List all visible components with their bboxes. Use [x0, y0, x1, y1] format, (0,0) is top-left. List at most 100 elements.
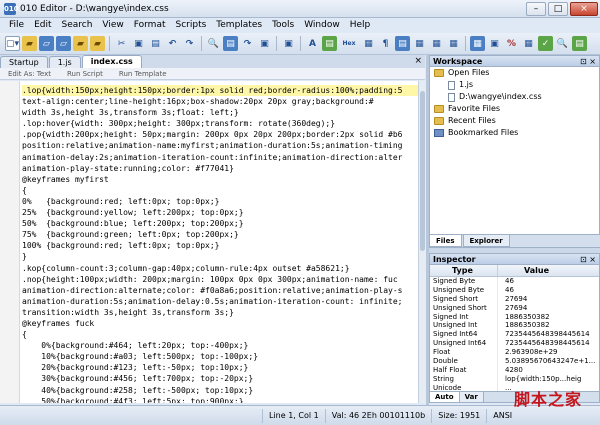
type-column-header[interactable]: Type: [430, 265, 498, 276]
code-line[interactable]: 0%{background:#464; left:20px; top:-400p…: [22, 340, 418, 351]
code-line[interactable]: .nop{height:100px;width: 200px;margin: 1…: [22, 274, 418, 285]
code-line[interactable]: animation-duration:5s;animation-delay:0.…: [22, 296, 418, 307]
run-script-dropdown[interactable]: Run Script: [59, 70, 111, 78]
tab-auto[interactable]: Auto: [430, 392, 460, 402]
workspace-item[interactable]: D:\wangye\index.css: [430, 91, 599, 103]
menu-help[interactable]: Help: [345, 18, 376, 33]
code-line[interactable]: .pop{width:200px;height: 50px;margin: 20…: [22, 129, 418, 140]
workspace-item[interactable]: Favorite Files: [430, 103, 599, 115]
scrollbar-thumb[interactable]: [420, 91, 425, 251]
code-line[interactable]: 50% {background:blue; left:200px; top:20…: [22, 218, 418, 229]
inspector-value[interactable]: 27694: [498, 304, 599, 313]
code-line[interactable]: animation-delay:2s;animation-iteration-c…: [22, 152, 418, 163]
value-column-header[interactable]: Value: [498, 265, 599, 276]
code-line[interactable]: position:relative;animation-name:myfirst…: [22, 140, 418, 151]
calculator-icon[interactable]: ▦: [470, 36, 485, 51]
recent-folder-icon[interactable]: ▰: [90, 36, 105, 51]
undo-icon[interactable]: ↶: [165, 36, 180, 51]
code-line[interactable]: width 3s,height 3s,transform 3s;float: l…: [22, 107, 418, 118]
inspector-value[interactable]: 2.963908e+29: [498, 348, 599, 357]
tab-1-js[interactable]: 1.js: [48, 56, 81, 68]
tab-var[interactable]: Var: [459, 392, 484, 402]
paste-icon[interactable]: ▤: [148, 36, 163, 51]
tab-startup[interactable]: Startup: [0, 56, 48, 68]
code-line[interactable]: }: [22, 251, 418, 262]
inspector-value[interactable]: 27694: [498, 295, 599, 304]
inspector-value[interactable]: 5.03895670643247e+1...: [498, 357, 599, 366]
code-line[interactable]: @keyframes fuck: [22, 318, 418, 329]
tab-files[interactable]: Files: [429, 235, 462, 247]
code-line[interactable]: animation-play-state:running;color: #f77…: [22, 163, 418, 174]
inspector-row[interactable]: Unsigned Short 27694: [430, 303, 599, 313]
percent-icon[interactable]: %: [504, 36, 519, 51]
maximize-button[interactable]: □: [548, 1, 568, 16]
inspector-row[interactable]: Half Float 4280: [430, 365, 599, 375]
tab-index-css[interactable]: index.css: [81, 55, 142, 68]
inspector-row[interactable]: String lop{width:150p...heig: [430, 374, 599, 384]
code-line[interactable]: 0% {background:red; left:0px; top:0px;}: [22, 196, 418, 207]
workspace-item[interactable]: Recent Files: [430, 115, 599, 127]
code-line[interactable]: {: [22, 329, 418, 340]
code-line[interactable]: 50%{background:#4f3; left:5px; top:900px…: [22, 396, 418, 403]
inspector-value[interactable]: 7235445648398445614: [498, 330, 599, 339]
code-line[interactable]: .lop:hover{width: 300px;height: 300px;tr…: [22, 118, 418, 129]
inspector-row[interactable]: Signed Byte 46: [430, 277, 599, 286]
hex-mode-icon[interactable]: Hex: [339, 36, 359, 51]
inspector-value[interactable]: 1886350382: [498, 321, 599, 330]
code-line[interactable]: 40%{background:#258; left:-500px; top:10…: [22, 385, 418, 396]
text-mode-icon[interactable]: A: [305, 36, 320, 51]
minimize-button[interactable]: –: [526, 1, 546, 16]
show-whitespace-icon[interactable]: ¶: [378, 36, 393, 51]
template-run-icon[interactable]: ▤: [572, 36, 587, 51]
inspector-row[interactable]: Unsigned Int64 7235445648398445614: [430, 339, 599, 349]
columns-icon[interactable]: ▦: [412, 36, 427, 51]
inspector-value[interactable]: 1886350382: [498, 313, 599, 322]
word-wrap-icon[interactable]: ▦: [429, 36, 444, 51]
inspector-row[interactable]: Unsigned Byte 46: [430, 285, 599, 295]
find-in-files-icon[interactable]: ▤: [223, 36, 238, 51]
edit-as-dropdown[interactable]: Edit As: Text: [0, 70, 59, 78]
menu-file[interactable]: File: [4, 18, 29, 33]
code-line[interactable]: animation-direction:alternate;color: #f0…: [22, 285, 418, 296]
redo-icon[interactable]: ↷: [182, 36, 197, 51]
code-line[interactable]: 20%{background:#123; left:-50px; top:10p…: [22, 362, 418, 373]
goto-icon[interactable]: ▣: [257, 36, 272, 51]
inspector-value[interactable]: 7235445648398445614: [498, 339, 599, 348]
menu-edit[interactable]: Edit: [29, 18, 56, 33]
cut-icon[interactable]: ✂: [114, 36, 129, 51]
code-line[interactable]: 75% {background:green; left:0px; top:200…: [22, 229, 418, 240]
menu-view[interactable]: View: [97, 18, 128, 33]
inspector-row[interactable]: Float 2.963908e+29: [430, 348, 599, 358]
workspace-item[interactable]: Open Files: [430, 67, 599, 79]
inspector-panel-controls[interactable]: ⊡ ×: [580, 254, 596, 265]
code-line[interactable]: transition:width 3s,height 3s,transform …: [22, 307, 418, 318]
hex-ops-icon[interactable]: ▦: [446, 36, 461, 51]
inspector-value[interactable]: lop{width:150p...heig: [498, 375, 599, 384]
ruler-icon[interactable]: ▦: [361, 36, 376, 51]
encoding[interactable]: ANSI: [486, 408, 518, 423]
close-tab-icon[interactable]: ×: [414, 56, 422, 66]
menu-templates[interactable]: Templates: [211, 18, 267, 33]
tab-explorer[interactable]: Explorer: [462, 235, 510, 247]
code-line[interactable]: .kop{column-count:3;column-gap:40px;colu…: [22, 263, 418, 274]
menu-tools[interactable]: Tools: [267, 18, 299, 33]
code-line[interactable]: 100% {background:red; left:0px; top:0px;…: [22, 240, 418, 251]
open-folder-icon[interactable]: ▰: [73, 36, 88, 51]
code-line[interactable]: 30%{background:#456; left:700px; top:-20…: [22, 373, 418, 384]
code-line[interactable]: .lop{width:150px;height:150px;border:1px…: [22, 85, 418, 97]
inspector-row[interactable]: Unsigned Int 1886350382: [430, 321, 599, 331]
inspector-value[interactable]: 46: [498, 286, 599, 295]
code-line[interactable]: text-align:center;line-height:16px;box-s…: [22, 96, 418, 107]
code-line[interactable]: {: [22, 185, 418, 196]
templates-icon[interactable]: ▤: [322, 36, 337, 51]
code-area[interactable]: .lop{width:150px;height:150px;border:1px…: [22, 85, 418, 403]
inspector-value[interactable]: 4280: [498, 366, 599, 375]
workspace-item[interactable]: 1.js: [430, 79, 599, 91]
workspace-panel-controls[interactable]: ⊡ ×: [580, 56, 596, 67]
code-line[interactable]: 25% {background:yellow; left:200px; top:…: [22, 207, 418, 218]
inspector-row[interactable]: Double 5.03895670643247e+1...: [430, 357, 599, 366]
inspector-value[interactable]: 46: [498, 277, 599, 286]
save-all-icon[interactable]: ▱: [56, 36, 71, 51]
workspace-item[interactable]: Bookmarked Files: [430, 127, 599, 139]
menu-format[interactable]: Format: [129, 18, 171, 33]
